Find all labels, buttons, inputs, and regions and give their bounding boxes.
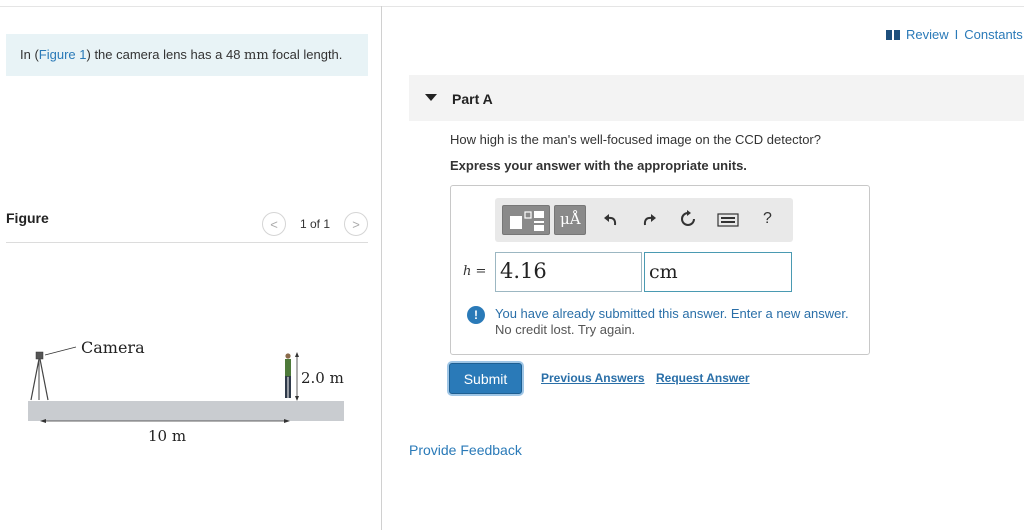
problem-unit: mm xyxy=(244,48,269,63)
instruction-text: Express your answer with the appropriate… xyxy=(450,158,747,173)
figure-navigation: < 1 of 1 > xyxy=(262,212,368,236)
chevron-left-icon: < xyxy=(270,216,278,232)
figure-rule xyxy=(6,242,368,243)
header-separator: I xyxy=(954,27,959,42)
camera-leader-line xyxy=(44,346,77,356)
request-answer-link[interactable]: Request Answer xyxy=(656,371,750,385)
feedback-submessage: No credit lost. Try again. xyxy=(495,322,636,337)
problem-middle: ) the camera lens has a 48 xyxy=(86,47,245,62)
provide-feedback-link[interactable]: Provide Feedback xyxy=(409,442,522,458)
question-text: How high is the man's well-focused image… xyxy=(450,132,821,147)
figure-link[interactable]: Figure 1 xyxy=(39,47,87,62)
keyboard-icon[interactable] xyxy=(717,213,739,227)
book-icon xyxy=(886,29,900,40)
redo-icon[interactable] xyxy=(641,211,657,227)
answer-box: μÅ ? h = 4.16 cm ! You have already subm… xyxy=(450,185,870,355)
caret-down-icon[interactable] xyxy=(425,94,437,101)
templates-icon xyxy=(510,211,544,231)
camera-figure: Camera 2.0 m 10 m xyxy=(28,338,344,445)
problem-statement: In (Figure 1) the camera lens has a 48 m… xyxy=(6,34,368,76)
review-constants: Review I Constants xyxy=(886,27,1023,42)
answer-variable-label: h = xyxy=(463,264,486,279)
answer-unit-input[interactable]: cm xyxy=(644,252,792,292)
feedback-message: You have already submitted this answer. … xyxy=(495,306,849,321)
templates-button[interactable] xyxy=(502,205,550,235)
top-rule xyxy=(0,6,1024,7)
person-icon xyxy=(285,353,291,398)
undo-icon[interactable] xyxy=(603,211,619,227)
equals-sign: = xyxy=(471,264,487,279)
figure-title: Figure xyxy=(6,210,49,226)
height-arrow-bottom xyxy=(295,396,299,401)
problem-suffix: focal length. xyxy=(268,47,343,62)
figure-next-button[interactable]: > xyxy=(344,212,368,236)
height-label: 2.0 m xyxy=(301,369,344,387)
units-label: μÅ xyxy=(560,210,581,228)
distance-label: 10 m xyxy=(148,427,186,445)
pane-divider xyxy=(381,6,382,530)
answer-value-input[interactable]: 4.16 xyxy=(495,252,642,292)
math-toolbar: μÅ ? xyxy=(495,198,793,242)
part-title: Part A xyxy=(452,91,493,107)
review-link[interactable]: Review xyxy=(906,27,949,42)
help-icon[interactable]: ? xyxy=(763,210,772,228)
units-button[interactable]: μÅ xyxy=(554,205,586,235)
tripod-camera-icon xyxy=(30,351,49,401)
constants-link[interactable]: Constants xyxy=(964,27,1023,42)
camera-label: Camera xyxy=(81,338,145,357)
chevron-right-icon: > xyxy=(352,216,360,232)
figure-counter: 1 of 1 xyxy=(299,217,331,231)
figure-prev-button[interactable]: < xyxy=(262,212,286,236)
previous-answers-link[interactable]: Previous Answers xyxy=(541,371,645,385)
height-arrow-top xyxy=(295,352,299,357)
ground xyxy=(28,401,344,421)
reset-icon[interactable] xyxy=(679,210,697,228)
problem-prefix: In ( xyxy=(20,47,39,62)
submit-button[interactable]: Submit xyxy=(449,363,522,394)
alert-icon: ! xyxy=(467,306,485,324)
part-a-header[interactable]: Part A xyxy=(409,75,1024,121)
